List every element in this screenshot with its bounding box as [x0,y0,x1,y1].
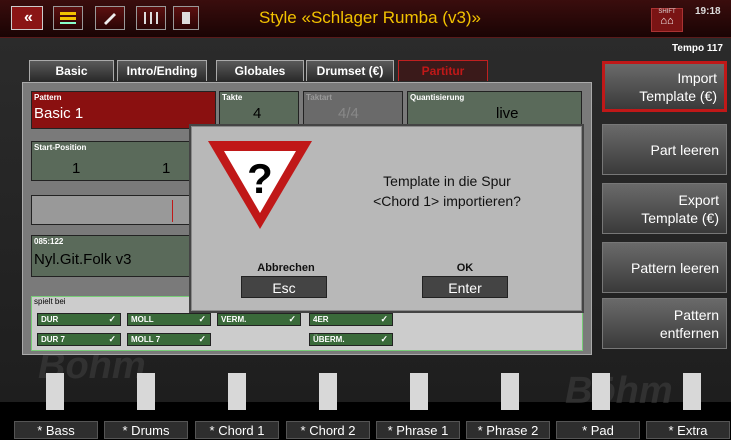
mixer-icon [144,12,158,24]
tab-globales[interactable]: Globales [216,60,304,81]
pattern-leeren-button[interactable]: Pattern leeren [602,242,727,293]
track-chord-1[interactable]: * Chord 1 [195,421,279,439]
track-phrase-1[interactable]: * Phrase 1 [376,421,460,439]
track-pad[interactable]: * Pad [556,421,640,439]
chord-dur-checkbox[interactable]: DUR ✓ [37,313,121,326]
tab-drumset[interactable]: Drumset (€) [306,60,394,81]
track-fader[interactable] [137,373,155,410]
tempo-display: Tempo 117 [672,43,723,54]
ok-label: OK [456,262,474,274]
import-template-button[interactable]: Import Template (€) [602,61,727,112]
menu-icon [60,12,76,24]
export-template-button[interactable]: Export Template (€) [602,183,727,234]
track-extra[interactable]: * Extra [646,421,730,439]
track-fader[interactable] [319,373,337,410]
track-fader[interactable] [501,373,519,410]
menu-button[interactable] [53,6,83,30]
track-fader[interactable] [683,373,701,410]
check-icon: ✓ [108,334,116,344]
mixer-button[interactable] [136,6,166,30]
track-fader[interactable] [228,373,246,410]
top-bar: « Style «Schlager Rumba (v3)» SHIFT ⌂⌂ 19… [0,0,731,38]
chord-uberm-checkbox[interactable]: ÜBERM. ✓ [309,333,393,346]
taktart-field[interactable]: Taktart 4/4 [303,91,403,129]
edit-icon [104,13,116,25]
chord-moll-checkbox[interactable]: MOLL ✓ [127,313,211,326]
sound-field[interactable]: 085:122 Nyl.Git.Folk v3 [31,235,216,277]
back-button[interactable]: « [11,6,43,30]
pattern-field[interactable]: Pattern Basic 1 [31,91,216,129]
track-bass[interactable]: * Bass [14,421,98,439]
check-icon: ✓ [380,334,388,344]
tab-intro-ending[interactable]: Intro/Ending [117,60,207,81]
shift-button[interactable]: SHIFT ⌂⌂ [651,8,683,32]
clock: 19:18 [695,6,721,17]
track-chord-2[interactable]: * Chord 2 [286,421,370,439]
dialog-message: Template in die Spur <Chord 1> importier… [373,173,521,209]
chord-4er-checkbox[interactable]: 4ER ✓ [309,313,393,326]
esc-button[interactable]: Esc [241,276,327,298]
tab-partitur[interactable]: Partitur [398,60,488,81]
part-leeren-button[interactable]: Part leeren [602,124,727,175]
pattern-entfernen-button[interactable]: Pattern entfernen [602,298,727,349]
track-drums[interactable]: * Drums [104,421,188,439]
keyboard-icon: ⌂⌂ [660,15,674,27]
tab-basic[interactable]: Basic [29,60,114,81]
watermark-logo: Böhm [565,370,673,412]
start-position-field[interactable]: Start-Position 1 1 [31,141,216,181]
track-fader[interactable] [410,373,428,410]
playhead [172,200,173,222]
track-fader[interactable] [592,373,610,410]
svg-text:?: ? [247,155,273,202]
page-title: Style «Schlager Rumba (v3)» [258,8,482,27]
check-icon: ✓ [288,314,296,324]
chord-verm-checkbox[interactable]: VERM. ✓ [217,313,301,326]
takte-field[interactable]: Takte 4 [219,91,299,129]
chord-dur7-checkbox[interactable]: DUR 7 ✓ [37,333,121,346]
enter-button[interactable]: Enter [422,276,508,298]
confirm-dialog: ? Template in die Spur <Chord 1> importi… [191,126,582,311]
edit-button[interactable] [95,6,125,30]
chord-moll7-checkbox[interactable]: MOLL 7 ✓ [127,333,211,346]
check-icon: ✓ [108,314,116,324]
check-icon: ✓ [380,314,388,324]
double-chevron-left-icon: « [24,9,33,26]
check-icon: ✓ [198,334,206,344]
cancel-label: Abbrechen [257,262,315,274]
track-phrase-2[interactable]: * Phrase 2 [466,421,550,439]
check-icon: ✓ [198,314,206,324]
warning-question-icon: ? [208,141,312,229]
track-fader[interactable] [46,373,64,410]
quantisierung-field[interactable]: Quantisierung live [407,91,582,129]
